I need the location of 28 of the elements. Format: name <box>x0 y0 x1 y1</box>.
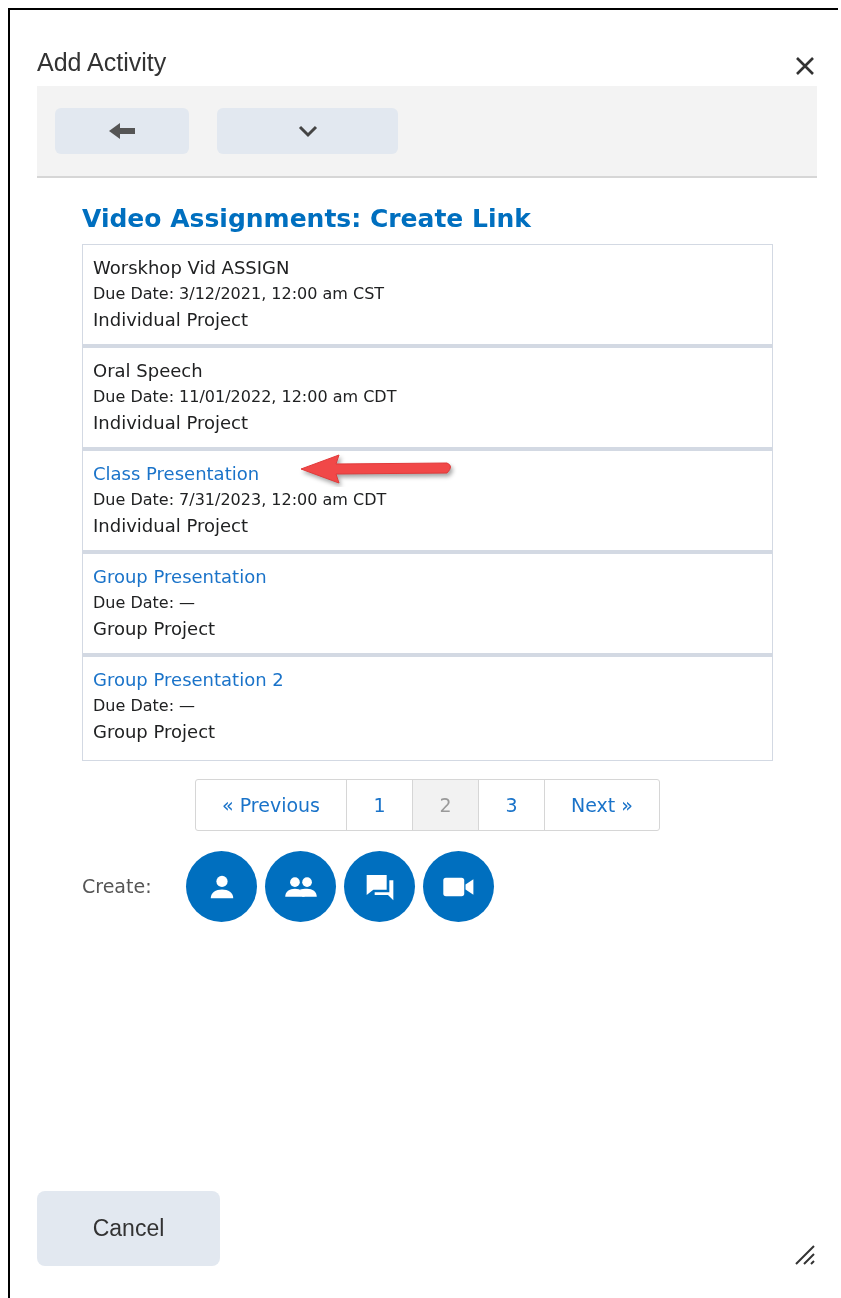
project-type: Group Project <box>93 617 216 641</box>
assignment-link[interactable]: Class Presentation <box>93 461 260 487</box>
project-type: Individual Project <box>93 514 248 538</box>
close-icon <box>794 55 816 77</box>
due-date: Due Date: 3/12/2021, 12:00 am CST <box>93 283 385 305</box>
section-heading: Video Assignments: Create Link <box>82 203 532 235</box>
previous-link[interactable]: « Previous <box>196 780 347 830</box>
cancel-button[interactable]: Cancel <box>37 1191 220 1266</box>
arrow-left-icon <box>109 122 135 140</box>
assignment-link[interactable]: Group Presentation <box>93 564 267 590</box>
page-link[interactable]: 3 <box>479 780 545 830</box>
assignment-title: Worskhop Vid ASSIGN <box>93 256 290 280</box>
due-date: Due Date: 7/31/2023, 12:00 am CDT <box>93 489 387 511</box>
next-link[interactable]: Next » <box>545 780 659 830</box>
resize-handle-icon <box>794 1244 816 1266</box>
chevron-down-icon <box>296 124 319 138</box>
project-type: Individual Project <box>93 411 248 435</box>
project-type: Individual Project <box>93 308 248 332</box>
create-label: Create: <box>82 874 153 900</box>
back-button[interactable] <box>55 108 189 154</box>
assignment-title: Oral Speech <box>93 359 203 383</box>
due-date: Due Date: 11/01/2022, 12:00 am CDT <box>93 386 397 408</box>
assignment-link[interactable]: Group Presentation 2 <box>93 667 284 693</box>
due-date: Due Date: — <box>93 695 196 717</box>
dialog-title: Add Activity <box>37 47 167 79</box>
project-type: Group Project <box>93 720 216 744</box>
due-date: Due Date: — <box>93 592 196 614</box>
page-link[interactable]: 2 <box>413 780 479 830</box>
